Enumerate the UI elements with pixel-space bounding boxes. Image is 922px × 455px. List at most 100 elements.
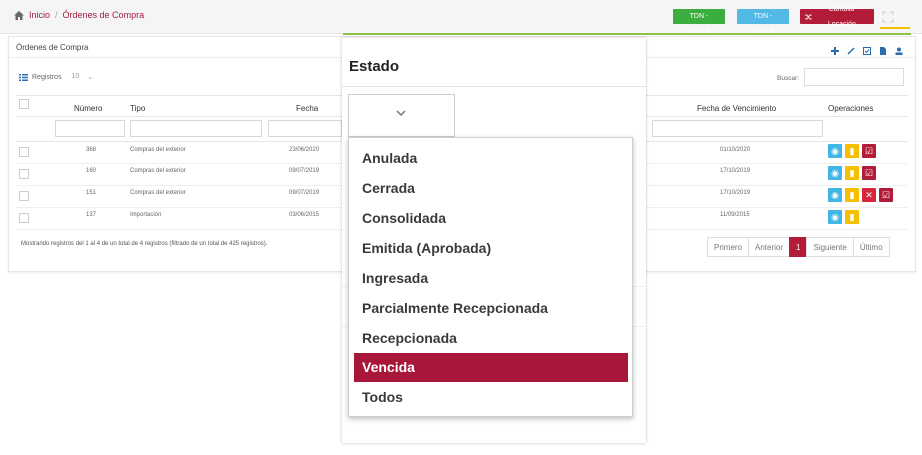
cell-fecha: 09/07/2019 [289,168,320,174]
filter-fecha-input[interactable] [268,120,342,137]
option-consolidada[interactable]: Consolidada [354,204,628,233]
column-header-fecha[interactable]: Fecha [296,104,318,113]
column-header-vencimiento[interactable]: Fecha de Vencimiento [697,104,776,113]
breadcrumb-home-link[interactable]: Inicio [29,10,50,20]
search-input[interactable] [804,68,904,86]
estado-dropdown: Anulada Cerrada Consolidada Emitida (Apr… [348,137,633,417]
modal-title-divider [342,86,646,87]
pagination-last[interactable]: Último [852,237,890,257]
option-emitida[interactable]: Emitida (Aprobada) [354,234,628,263]
pagination-prev[interactable]: Anterior [748,237,791,257]
delete-button[interactable]: ✕ [862,188,876,202]
page-size-select[interactable]: 10 ⌄ [72,73,94,81]
row-operations: ◉ ▮ ☑ [828,144,876,158]
filter-numero-input[interactable] [55,120,125,137]
option-cerrada[interactable]: Cerrada [354,174,628,203]
check-square-icon: ☑ [864,168,874,178]
cell-vencimiento: 17/10/2019 [720,190,751,196]
check-square-icon: ☑ [881,190,891,200]
registros-label: Registros [32,73,62,81]
cell-fecha: 03/06/2015 [289,212,320,218]
shuffle-icon [805,14,812,19]
list-icon [19,73,28,81]
cell-numero: 137 [86,212,97,218]
chevron-down-icon [396,110,406,117]
add-icon[interactable] [831,42,839,55]
eye-icon: ◉ [831,146,839,156]
location-badge-blue[interactable]: TDN - Central [737,9,789,35]
approve-button[interactable]: ☑ [862,166,876,180]
document-icon: ▮ [849,190,855,200]
eye-icon: ◉ [831,212,839,222]
breadcrumb-separator: / [55,10,58,20]
cell-numero: 160 [86,168,97,174]
document-button[interactable]: ▮ [845,144,859,158]
view-button[interactable]: ◉ [828,210,842,224]
edit-icon[interactable] [847,42,855,55]
change-location-label: Cambiar Locación [827,5,856,28]
user-icon[interactable] [895,42,903,55]
option-parcialmente-recepcionada[interactable]: Parcialmente Recepcionada [354,294,628,323]
breadcrumb: Inicio / Órdenes de Compra [14,10,144,20]
cell-tipo: Compras del exterior [130,147,186,153]
document-button[interactable]: ▮ [845,166,859,180]
option-anulada[interactable]: Anulada [354,144,628,173]
row-checkbox[interactable] [19,191,29,201]
row-checkbox[interactable] [19,213,29,223]
option-recepcionada[interactable]: Recepcionada [354,324,628,353]
page-size-control: Registros 10 ⌄ [19,73,93,81]
option-vencida[interactable]: Vencida [354,353,628,382]
row-checkbox[interactable] [19,147,29,157]
document-button[interactable]: ▮ [845,188,859,202]
close-icon: ✕ [865,190,873,200]
pagination-next[interactable]: Siguiente [806,237,854,257]
option-ingresada[interactable]: Ingresada [354,264,628,293]
table-summary: Mostrando registros del 1 al 4 de un tot… [21,241,268,247]
document-icon: ▮ [849,212,855,222]
row-checkbox[interactable] [19,169,29,179]
cell-vencimiento: 01/10/2020 [720,147,751,153]
cell-tipo: Compras del exterior [130,168,186,174]
location-badge-green[interactable]: TDN - Central [673,9,725,35]
pagination-current[interactable]: 1 [789,237,808,257]
accent-line [343,33,911,35]
approve-button[interactable]: ☑ [862,144,876,158]
panel-toolbar [831,42,903,55]
page-size-value: 10 [71,73,80,80]
document-button[interactable]: ▮ [845,210,859,224]
column-header-operaciones: Operaciones [828,104,874,113]
pagination-first[interactable]: Primero [707,237,750,257]
home-icon[interactable] [14,10,24,20]
cell-vencimiento: 11/09/2015 [720,212,750,218]
column-header-numero[interactable]: Número [74,104,102,113]
column-header-tipo[interactable]: Tipo [130,104,145,113]
document-icon: ▮ [849,146,855,156]
cell-tipo: Compras del exterior [130,190,186,196]
breadcrumb-current[interactable]: Órdenes de Compra [63,10,145,20]
change-location-button[interactable]: Cambiar Locación [800,6,874,28]
filter-tipo-input[interactable] [130,120,262,137]
approve-button[interactable]: ☑ [879,188,893,202]
panel-title: Órdenes de Compra [16,43,89,52]
cell-tipo: Importación [130,212,162,218]
fullscreen-icon[interactable] [882,11,894,23]
top-bar: Inicio / Órdenes de Compra TDN - Central… [0,0,922,35]
row-operations: ◉ ▮ ✕ ☑ [828,188,893,202]
cell-vencimiento: 17/10/2019 [720,168,751,174]
cell-numero: 368 [86,147,97,153]
document-icon[interactable] [879,42,887,55]
cell-fecha: 23/06/2020 [289,147,320,153]
check-icon[interactable] [863,42,871,55]
accent-line-yellow [880,27,910,29]
row-operations: ◉ ▮ [828,210,859,224]
select-all-checkbox[interactable] [19,99,29,109]
view-button[interactable]: ◉ [828,166,842,180]
view-button[interactable]: ◉ [828,144,842,158]
modal-title: Estado [349,58,400,75]
eye-icon: ◉ [831,168,839,178]
cell-numero: 151 [86,190,97,196]
option-todos[interactable]: Todos [354,383,628,412]
filter-vencimiento-input[interactable] [652,120,823,137]
estado-select[interactable] [348,94,455,137]
view-button[interactable]: ◉ [828,188,842,202]
